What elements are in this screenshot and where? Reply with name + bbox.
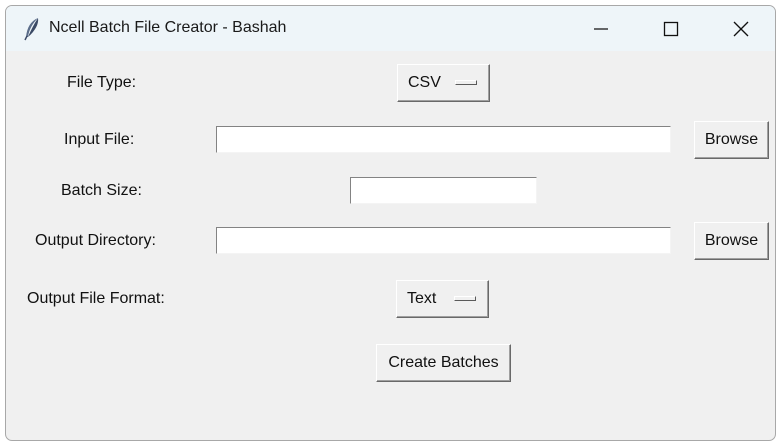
- file-type-label: File Type:: [67, 74, 137, 91]
- form-area: File Type: CSV Input File: Browse Batch …: [6, 51, 775, 440]
- dropdown-indicator-icon: [454, 296, 476, 301]
- input-browse-button[interactable]: Browse: [694, 121, 769, 159]
- batch-size-label: Batch Size:: [61, 182, 142, 199]
- maximize-icon: [663, 21, 679, 37]
- create-batches-button[interactable]: Create Batches: [376, 344, 511, 382]
- feather-icon: [23, 17, 43, 41]
- window-title: Ncell Batch File Creator - Bashah: [49, 19, 287, 36]
- minimize-button[interactable]: [566, 6, 636, 51]
- input-file-label: Input File:: [64, 131, 135, 148]
- input-file-field[interactable]: [216, 126, 671, 153]
- dropdown-indicator-icon: [455, 80, 477, 85]
- title-bar[interactable]: Ncell Batch File Creator - Bashah: [6, 6, 775, 51]
- close-icon: [733, 21, 749, 37]
- batch-size-field[interactable]: [350, 177, 537, 204]
- close-button[interactable]: [706, 6, 775, 51]
- output-format-label: Output File Format:: [27, 290, 165, 307]
- minimize-icon: [594, 28, 608, 30]
- output-format-value: Text: [407, 290, 437, 307]
- file-type-dropdown[interactable]: CSV: [397, 64, 490, 102]
- file-type-value: CSV: [408, 74, 441, 91]
- output-browse-button[interactable]: Browse: [694, 222, 769, 260]
- output-directory-label: Output Directory:: [35, 232, 156, 249]
- output-directory-field[interactable]: [216, 227, 671, 254]
- app-window: Ncell Batch File Creator - Bashah File T…: [5, 5, 776, 441]
- maximize-button[interactable]: [636, 6, 706, 51]
- output-format-dropdown[interactable]: Text: [396, 280, 489, 318]
